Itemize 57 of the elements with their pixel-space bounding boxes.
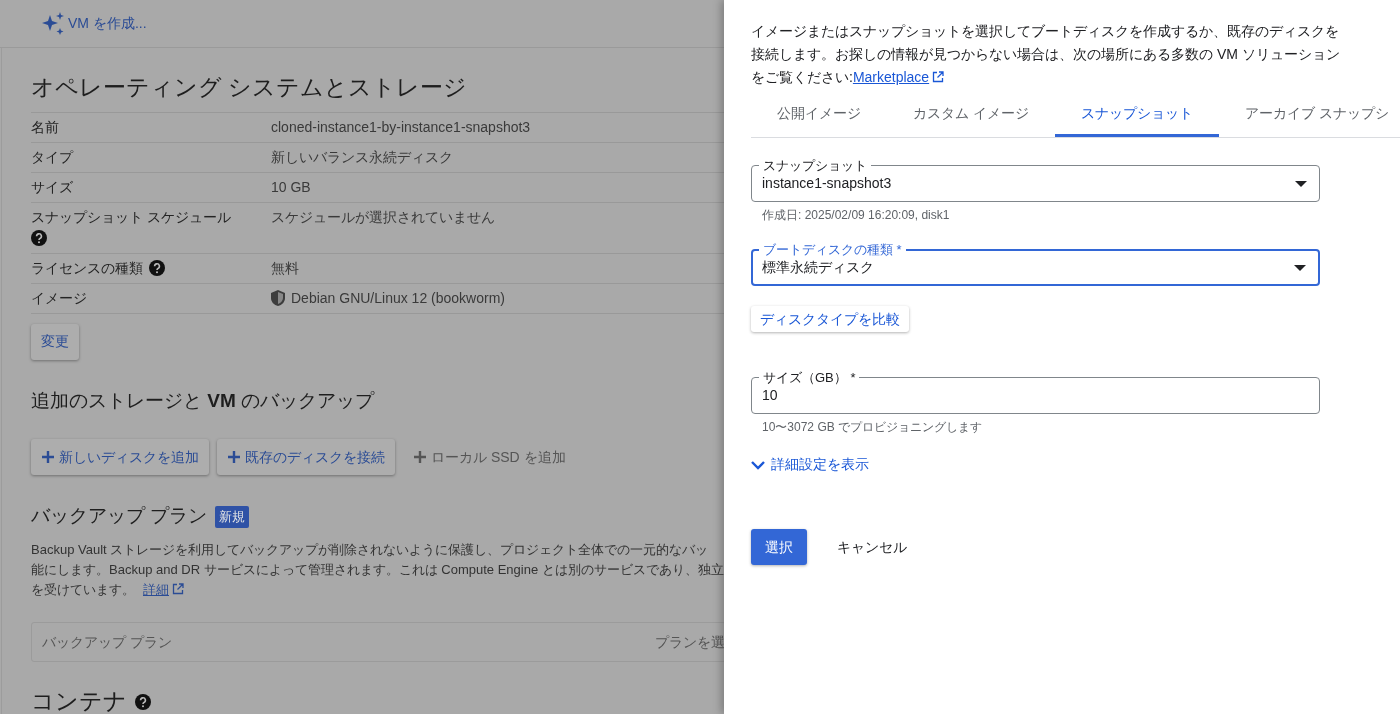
external-link-icon: [932, 71, 945, 83]
field-label: バックアップ プラン: [42, 632, 172, 652]
tab[interactable]: アーカイブ スナップシ: [1218, 103, 1400, 137]
add-disk-button[interactable]: 既存のディスクを接続: [217, 439, 395, 476]
select-button[interactable]: 選択: [751, 529, 807, 565]
dropdown-field[interactable]: ブートディスクの種類 * 標準永続ディスク: [751, 242, 1320, 286]
tab[interactable]: 公開イメージ: [751, 103, 887, 137]
cancel-button[interactable]: キャンセル: [823, 529, 921, 565]
field-value: Debian GNU/Linux 12 (bookworm): [291, 288, 505, 308]
backup-plan-field[interactable]: バックアップ プラン プランを選: [31, 622, 724, 663]
field-value: スケジュールが選択されていません: [271, 207, 495, 227]
help-icon: [135, 694, 151, 710]
change-button[interactable]: 変更: [31, 323, 79, 360]
field-label: ライセンスの種類: [31, 259, 143, 276]
section-title: バックアップ プラン: [31, 505, 208, 529]
dropdown-field[interactable]: スナップショット instance1-snapshot3: [751, 158, 1320, 202]
field-label: サイズ: [31, 178, 73, 195]
marketplace-link[interactable]: Marketplace: [852, 69, 930, 85]
show-advanced-button[interactable]: 詳細設定を表示: [751, 454, 869, 475]
new-badge: 新規: [215, 506, 250, 528]
input-field[interactable]: サイズ（GB） * 10: [751, 370, 1320, 414]
shield-icon: [271, 289, 285, 306]
description-text: を受けています。: [31, 582, 135, 598]
section-title: オペレーティング システムとストレージ: [31, 74, 469, 102]
details-link[interactable]: 詳細: [143, 582, 184, 598]
field-label: サイズ（GB） *: [762, 370, 857, 385]
description-text: 能にします。Backup and DR サービスによって管理されます。これは Compute Engine とは別のサービスであり、独立: [31, 562, 724, 578]
field-value: 10 GB: [271, 177, 311, 197]
section-title: 追加のストレージと VM のバックアップ: [31, 389, 376, 413]
tab[interactable]: スナップショット: [1054, 103, 1219, 137]
helper-text: 10〜3072 GB でプロビジョニングします: [761, 419, 984, 436]
description-text: イメージまたはスナップショットを選択してブートディスクを作成するか、既存のディスクを接続します。お探しの情報が見つからない場合は、次の場所にある多数の VM ソリューションをご覧ください:Marketplace: [751, 22, 1341, 87]
help-icon: [31, 229, 47, 246]
select-plan-text: プランを選: [655, 632, 724, 652]
dropdown-arrow-icon: [1294, 264, 1306, 271]
plus-icon: [413, 450, 427, 465]
field-value: 無料: [271, 258, 299, 278]
text-input[interactable]: 10: [762, 385, 1307, 406]
field-value: 新しいバランス永続ディスク: [271, 147, 453, 167]
field-label: 名前: [31, 118, 59, 135]
field-label: タイプ: [31, 148, 73, 165]
create-vm-button[interactable]: VM を作成...: [40, 10, 147, 37]
tab[interactable]: カスタム イメージ: [887, 103, 1055, 137]
plus-icon: [41, 450, 55, 465]
field-value: cloned-instance1-by-instance1-snapshot3: [271, 117, 531, 137]
description-text: Backup Vault ストレージを利用してバックアップが削除されないように保護し、プロジェクト全体での一元的なバッ: [31, 542, 709, 558]
helper-text: 作成日: 2025/02/09 16:20:09, disk1: [761, 207, 951, 224]
section-title: コンテナ: [31, 688, 127, 714]
plus-icon: [227, 450, 241, 465]
compare-disk-types-button[interactable]: ディスクタイプを比較: [751, 306, 909, 332]
add-disk-button[interactable]: 新しいディスクを追加: [31, 439, 209, 476]
chevron-down-icon: [751, 459, 765, 470]
dropdown-arrow-icon: [1295, 180, 1307, 187]
help-icon: [149, 259, 165, 276]
field-label: スナップショット スケジュール: [31, 208, 231, 225]
field-label: イメージ: [31, 289, 87, 306]
external-link-icon: [172, 583, 184, 596]
